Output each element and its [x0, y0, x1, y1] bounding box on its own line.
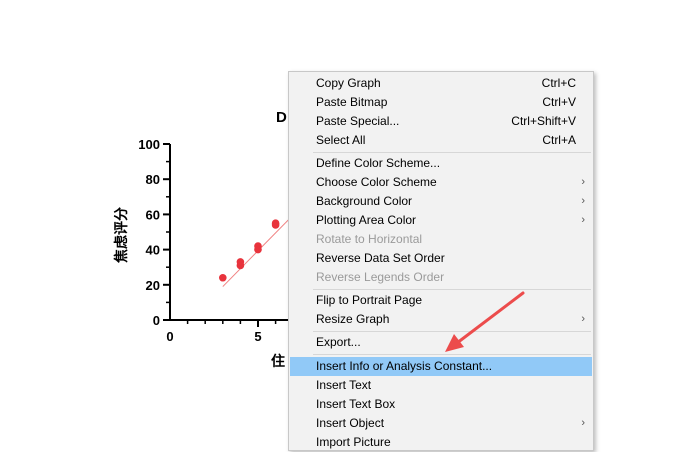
menu-separator: [313, 289, 591, 290]
submenu-arrow-icon: ›: [581, 176, 585, 188]
data-point: [236, 258, 245, 266]
menu-item-insert-object[interactable]: Insert Object ›: [290, 414, 592, 433]
submenu-arrow-icon: ›: [581, 195, 585, 207]
menu-item-label: Insert Object: [316, 416, 385, 430]
menu-item-insert-text[interactable]: Insert Text: [290, 376, 592, 395]
menu-item-insert-text-box[interactable]: Insert Text Box: [290, 395, 592, 414]
axes: 0 20 40 60 80 100 0 5: [138, 137, 300, 344]
menu-item-label: Reverse Data Set Order: [316, 251, 445, 265]
y-tick-label: 20: [146, 278, 160, 293]
x-axis-label: 住: [271, 353, 285, 369]
menu-item-label: Insert Info or Analysis Constant...: [316, 359, 493, 373]
menu-item-background-color[interactable]: Background Color ›: [290, 192, 592, 211]
menu-separator: [313, 354, 591, 355]
menu-item-label: Background Color: [316, 194, 413, 208]
x-tick-label: 0: [166, 329, 173, 344]
menu-item-plotting-area-color[interactable]: Plotting Area Color ›: [290, 211, 592, 230]
menu-item-label: Import Picture: [316, 435, 391, 449]
menu-item-label: Copy Graph: [316, 76, 381, 90]
menu-item-select-all[interactable]: Select All Ctrl+A: [290, 131, 592, 150]
data-point: [271, 219, 280, 227]
menu-item-shortcut: Ctrl+C: [541, 76, 576, 90]
data-points: [219, 219, 280, 282]
menu-item-label: Reverse Legends Order: [316, 270, 445, 284]
submenu-arrow-icon: ›: [581, 313, 585, 325]
menu-item-label: Rotate to Horizontal: [316, 232, 423, 246]
menu-item-flip-to-portrait-page[interactable]: Flip to Portrait Page: [290, 291, 592, 310]
menu-item-label: Insert Text Box: [316, 397, 396, 411]
menu-item-define-color-scheme[interactable]: Define Color Scheme...: [290, 154, 592, 173]
menu-item-resize-graph[interactable]: Resize Graph ›: [290, 310, 592, 329]
data-point: [219, 273, 227, 282]
menu-item-insert-info-or-analysis-constant[interactable]: Insert Info or Analysis Constant...: [290, 357, 592, 376]
x-tick-label: 5: [254, 329, 261, 344]
menu-item-shortcut: Ctrl+Shift+V: [511, 114, 576, 128]
menu-item-paste-bitmap[interactable]: Paste Bitmap Ctrl+V: [290, 93, 592, 112]
menu-separator: [313, 152, 591, 153]
menu-item-label: Export...: [316, 335, 361, 349]
y-tick-label: 40: [146, 243, 160, 258]
menu-item-paste-special[interactable]: Paste Special... Ctrl+Shift+V: [290, 112, 592, 131]
menu-item-rotate-to-horizontal: Rotate to Horizontal: [290, 230, 592, 249]
y-tick-label: 80: [146, 172, 160, 187]
data-point: [254, 242, 262, 250]
menu-item-shortcut: Ctrl+V: [542, 95, 576, 109]
menu-item-shortcut: Ctrl+A: [542, 133, 576, 147]
menu-item-reverse-data-set-order[interactable]: Reverse Data Set Order: [290, 249, 592, 268]
menu-item-label: Flip to Portrait Page: [316, 293, 423, 307]
menu-item-export[interactable]: Export...: [290, 333, 592, 352]
menu-item-copy-graph[interactable]: Copy Graph Ctrl+C: [290, 74, 592, 93]
context-menu: Copy Graph Ctrl+C Paste Bitmap Ctrl+V Pa…: [288, 71, 594, 451]
menu-item-reverse-legends-order: Reverse Legends Order: [290, 268, 592, 287]
menu-item-label: Resize Graph: [316, 312, 390, 326]
y-tick-label: 60: [146, 207, 160, 222]
menu-item-label: Plotting Area Color: [316, 213, 417, 227]
menu-item-label: Paste Special...: [316, 114, 400, 128]
menu-item-label: Choose Color Scheme: [316, 175, 437, 189]
menu-item-choose-color-scheme[interactable]: Choose Color Scheme ›: [290, 173, 592, 192]
menu-item-label: Insert Text: [316, 378, 372, 392]
submenu-arrow-icon: ›: [581, 417, 585, 429]
menu-item-label: Paste Bitmap: [316, 95, 388, 109]
y-axis-label: 焦虑评分: [113, 207, 129, 264]
menu-item-label: Define Color Scheme...: [316, 156, 441, 170]
menu-separator: [313, 331, 591, 332]
menu-item-label: Select All: [316, 133, 366, 147]
y-tick-label: 0: [153, 313, 160, 328]
chart-title: D: [276, 109, 287, 126]
submenu-arrow-icon: ›: [581, 214, 585, 226]
y-tick-label: 100: [138, 137, 160, 152]
